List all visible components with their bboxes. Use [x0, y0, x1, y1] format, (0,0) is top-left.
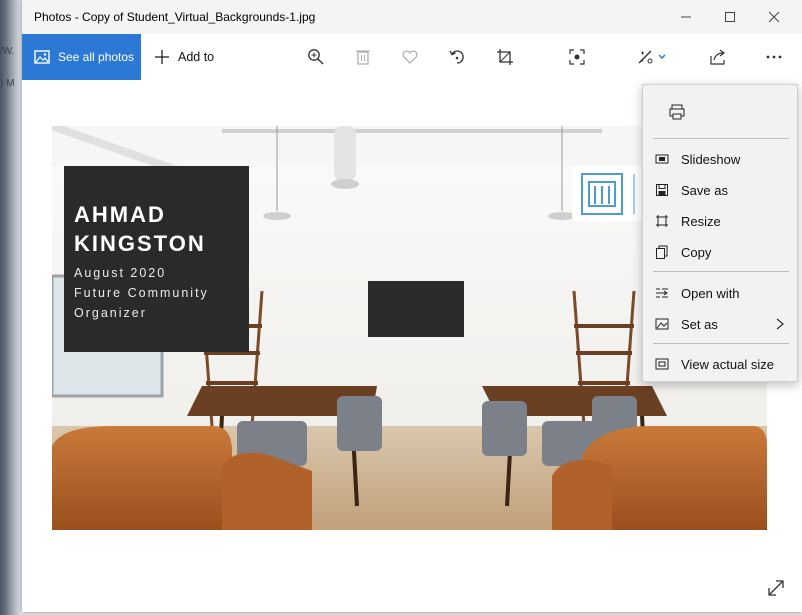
menu-item-view-actual-size[interactable]: View actual size [643, 350, 797, 378]
minimize-button[interactable] [666, 6, 706, 28]
more-options-icon [766, 55, 782, 59]
enhance-button[interactable] [566, 46, 588, 68]
see-all-photos-button[interactable]: See all photos [22, 34, 141, 80]
name-line-2: KINGSTON [74, 231, 206, 256]
favorite-button[interactable] [399, 46, 421, 68]
menu-item-label: Set as [681, 316, 718, 332]
share-button[interactable] [707, 46, 729, 68]
zoom-button[interactable] [305, 46, 327, 68]
actual-size-icon [655, 358, 669, 370]
menu-item-label: Open with [681, 285, 740, 301]
set-as-icon [655, 318, 669, 330]
title-bar: Photos - Copy of Student_Virtual_Backgro… [22, 0, 802, 34]
plus-icon [155, 50, 169, 64]
chevron-right-icon [776, 318, 784, 330]
print-menu-item[interactable] [643, 97, 797, 127]
menu-item-open-with[interactable]: Open with [643, 279, 797, 307]
menu-item-label: Resize [681, 213, 721, 229]
close-button[interactable] [754, 6, 794, 28]
open-with-icon [656, 288, 668, 298]
enhance-icon [569, 49, 585, 65]
close-icon [768, 11, 780, 23]
edit-create-button[interactable] [636, 46, 670, 68]
copy-icon [656, 245, 668, 259]
delete-button[interactable] [352, 46, 374, 68]
menu-item-slideshow[interactable]: Slideshow [643, 145, 797, 173]
print-icon [669, 104, 685, 120]
background-text-fragment: /W. [0, 46, 15, 57]
favorite-heart-icon [402, 50, 418, 64]
menu-item-resize[interactable]: Resize [643, 207, 797, 235]
subtitle-line-2: Future Community [74, 286, 209, 300]
menu-item-label: View actual size [681, 356, 774, 372]
menu-item-label: Slideshow [681, 151, 741, 167]
menu-item-label: Save as [681, 182, 728, 198]
delete-icon [356, 50, 370, 65]
window-title: Photos - Copy of Student_Virtual_Backgro… [34, 10, 316, 24]
maximize-button[interactable] [710, 6, 750, 28]
photos-icon [34, 50, 50, 64]
rotate-button[interactable] [446, 46, 468, 68]
subtitle-line-3: Organizer [74, 306, 147, 320]
share-icon [710, 49, 725, 65]
expand-arrows-icon [768, 580, 784, 596]
menu-item-set-as[interactable]: Set as [643, 310, 797, 338]
subtitle-line-1: August 2020 [74, 266, 166, 280]
zoom-in-icon [308, 49, 324, 65]
menu-item-save-as[interactable]: Save as [643, 176, 797, 204]
name-line-1: AHMAD [74, 202, 166, 227]
crop-button[interactable] [494, 46, 516, 68]
see-all-photos-label: See all photos [58, 50, 135, 64]
menu-separator [653, 343, 789, 344]
menu-separator [653, 271, 789, 272]
resize-icon [656, 215, 668, 227]
menu-separator [653, 138, 789, 139]
add-to-label: Add to [178, 50, 215, 64]
more-options-menu: Slideshow Save as Resize Copy Open with … [642, 84, 798, 382]
background-text-fragment: ) M [0, 78, 15, 89]
full-screen-button[interactable] [766, 578, 786, 598]
save-icon [656, 184, 668, 196]
photo-toolbar: See all photos Add to [22, 34, 802, 80]
crop-icon [497, 49, 513, 65]
menu-item-label: Copy [681, 244, 712, 260]
maximize-icon [725, 12, 735, 22]
add-to-button[interactable]: Add to [154, 34, 214, 80]
menu-item-copy[interactable]: Copy [643, 238, 797, 266]
more-options-button[interactable] [763, 46, 785, 68]
edit-create-icon [638, 50, 666, 64]
slideshow-icon [655, 154, 669, 164]
minimize-icon [681, 16, 691, 18]
rotate-icon [449, 50, 464, 64]
